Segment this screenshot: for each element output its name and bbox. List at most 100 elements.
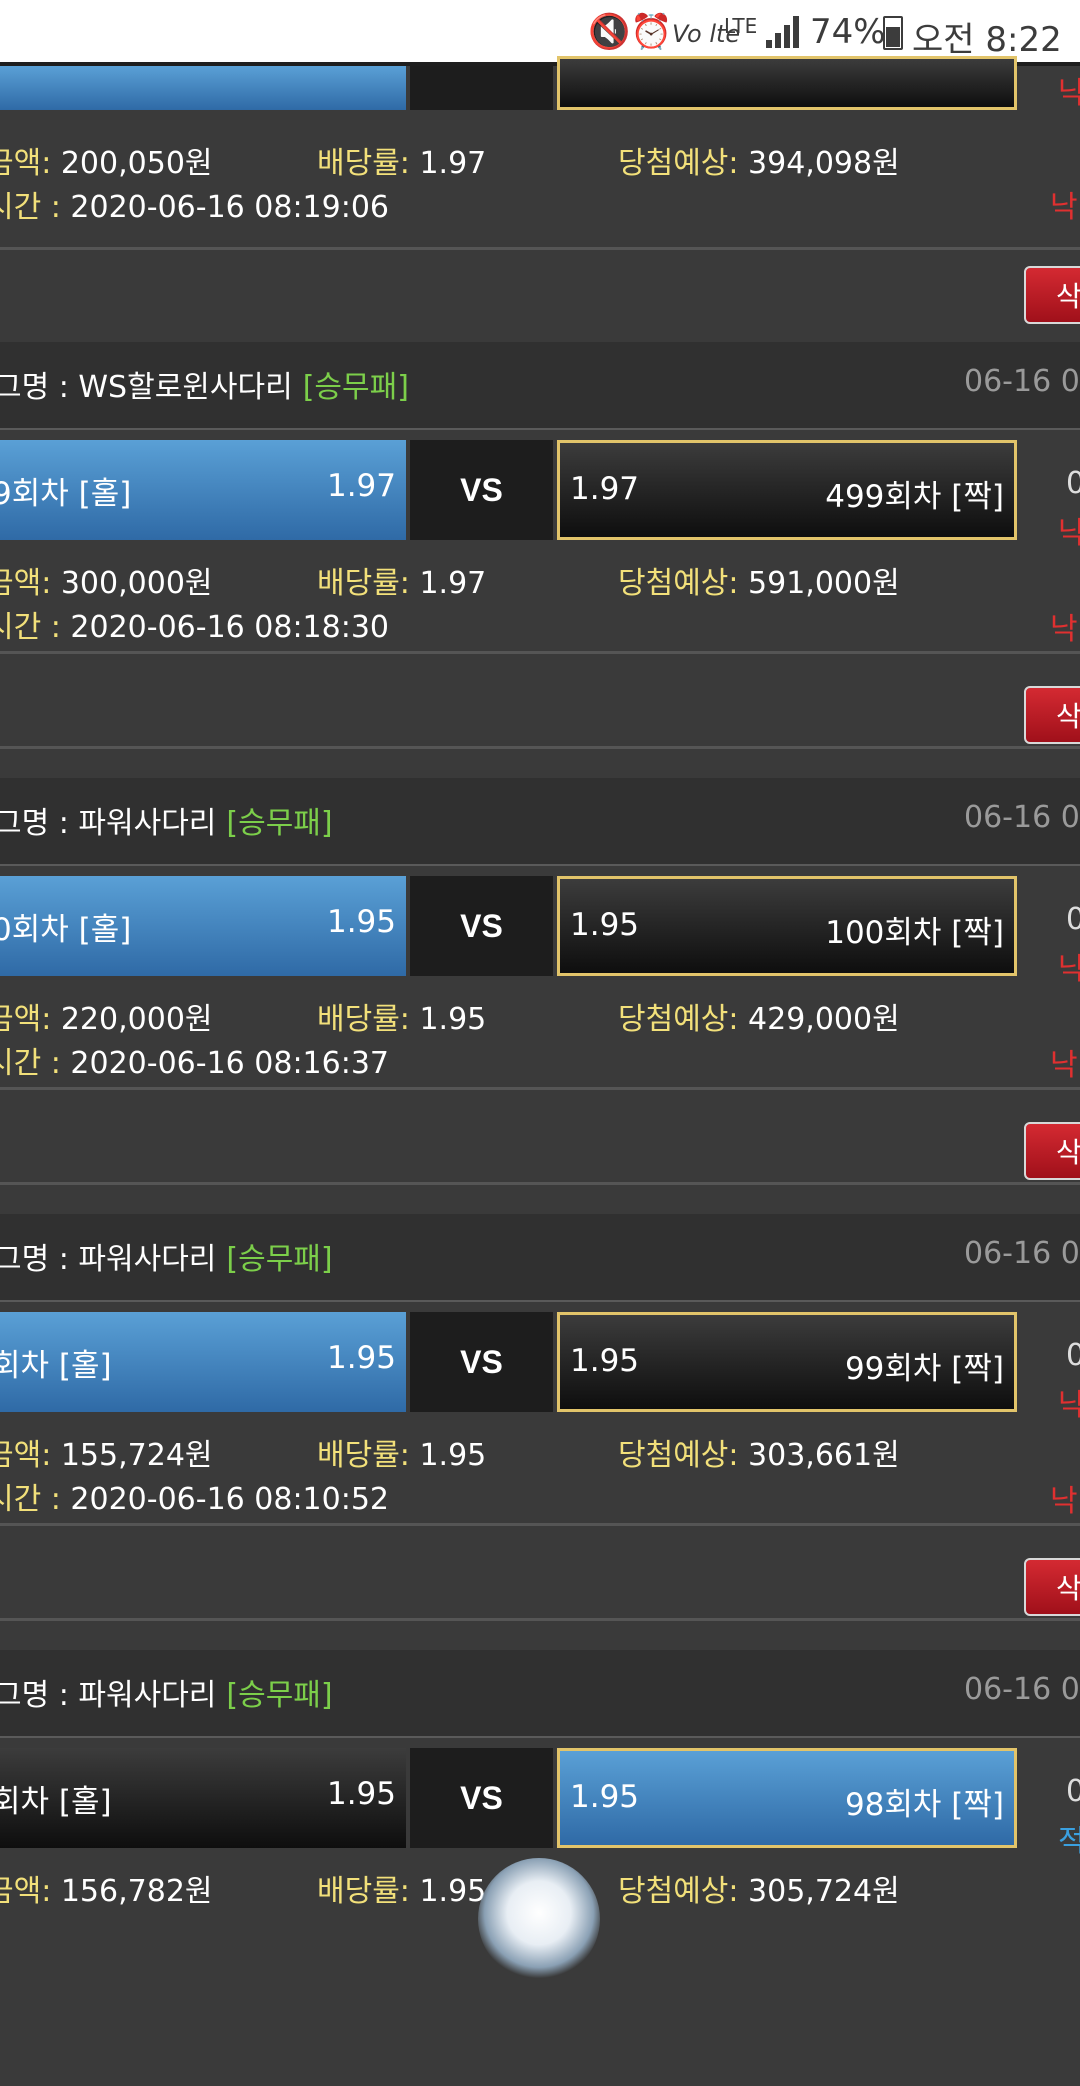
- delete-button[interactable]: 삭: [1024, 1122, 1080, 1180]
- bet-amount: 금액: 220,000원: [0, 1002, 213, 1037]
- bet-odds: 배당률: 1.95: [317, 1002, 487, 1037]
- vs-divider: VS: [410, 876, 553, 976]
- bet-type-tag: [승무패]: [302, 370, 409, 405]
- delete-button[interactable]: 삭: [1024, 686, 1080, 744]
- divider: [0, 1182, 1080, 1185]
- divider: [0, 651, 1080, 654]
- bet-date: 06-16 08: [964, 364, 1080, 399]
- divider: [0, 1087, 1080, 1090]
- battery-icon: [883, 16, 903, 50]
- away-odds: 1.95: [570, 1779, 640, 1815]
- result-status: 적: [1058, 1824, 1080, 1859]
- bet-amount: 금액: 156,782원: [0, 1874, 213, 1909]
- divider: [0, 247, 1080, 250]
- league-name: 그명 : WS할로윈사다리 [승무패]: [0, 370, 409, 405]
- result-status: 낙: [1058, 1388, 1080, 1423]
- mute-icon: 🔇: [588, 12, 631, 52]
- bet-amount: 금액: 155,724원: [0, 1438, 213, 1473]
- bet-odds: 배당률: 1.95: [317, 1438, 487, 1473]
- result-score: 0: [1066, 1774, 1080, 1809]
- expected-win: 당첨예상: 591,000원: [618, 566, 900, 601]
- home-team-name: 0회차 [홀]: [0, 912, 132, 948]
- loading-spinner-icon: [478, 1858, 600, 1980]
- divider: [0, 1618, 1080, 1621]
- status-bar: 🔇 ⏰ Vo lte LTE 74% 오전 8:22: [0, 0, 1080, 62]
- bet-time: 시간 : 2020-06-16 08:16:37: [0, 1046, 390, 1081]
- home-selection[interactable]: 회차 [홀] 1.95: [0, 1312, 406, 1412]
- bet-odds: 배당률: 1.97: [317, 146, 487, 181]
- away-selection[interactable]: 1.95 98회차 [짝]: [557, 1748, 1017, 1848]
- battery-percent: 74%: [810, 12, 886, 52]
- home-selection[interactable]: 9회차 [홀] 1.97: [0, 440, 406, 540]
- result-status: 낙: [1058, 516, 1080, 551]
- delete-button[interactable]: 삭: [1024, 266, 1080, 324]
- league-name: 그명 : 파워사다리 [승무패]: [0, 1242, 333, 1277]
- home-odds: 1.95: [326, 1340, 396, 1376]
- bet-date: 06-16 08: [964, 1672, 1080, 1707]
- vs-divider: VS: [410, 1748, 553, 1848]
- bet-time: 시간 : 2020-06-16 08:10:52: [0, 1482, 390, 1517]
- league-name: 그명 : 파워사다리 [승무패]: [0, 806, 333, 841]
- bet-header: 그명 : 파워사다리[승무패] 06-16 08: [0, 1650, 1080, 1738]
- bet-odds: 배당률: 1.95: [317, 1874, 487, 1909]
- home-selection[interactable]: 회차 [홀] 1.95: [0, 1748, 406, 1848]
- league-name: 그명 : 파워사다리 [승무패]: [0, 1678, 333, 1713]
- bet-item-partial: 낙 금액: 200,050원 배당률: 1.97 당첨예상: 394,098원 …: [0, 56, 1080, 345]
- bet-odds: 배당률: 1.97: [317, 566, 487, 601]
- delete-button[interactable]: 삭: [1024, 1558, 1080, 1616]
- result-status: 낙: [1058, 76, 1080, 111]
- result-status: 낙: [1058, 952, 1080, 987]
- win-mark: 낙: [1050, 612, 1078, 647]
- expected-win: 당첨예상: 303,661원: [618, 1438, 900, 1473]
- away-team-name: 99회차 [짝]: [844, 1351, 1004, 1387]
- win-mark: 낙: [1050, 190, 1078, 225]
- signal-icon: [766, 16, 802, 48]
- away-selection[interactable]: 1.95 100회차 [짝]: [557, 876, 1017, 976]
- divider: [0, 746, 1080, 749]
- home-team-name: 회차 [홀]: [0, 1784, 112, 1820]
- bet-date: 06-16 08: [964, 1236, 1080, 1271]
- home-odds: 1.95: [326, 1776, 396, 1812]
- expected-win: 당첨예상: 305,724원: [618, 1874, 900, 1909]
- vs-divider: VS: [410, 440, 553, 540]
- bet-amount: 금액: 300,000원: [0, 566, 213, 601]
- away-odds: 1.95: [570, 907, 640, 943]
- lte-indicator: LTE: [724, 14, 758, 38]
- bet-item: 그명 : WS할로윈사다리[승무패] 06-16 08 9회차 [홀] 1.97…: [0, 342, 1080, 778]
- win-mark: 낙: [1050, 1484, 1078, 1519]
- bet-item: 그명 : 파워사다리[승무패] 06-16 08 0회차 [홀] 1.95 VS…: [0, 778, 1080, 1214]
- bet-type-tag: [승무패]: [226, 1242, 333, 1277]
- bet-header: 그명 : WS할로윈사다리[승무패] 06-16 08: [0, 342, 1080, 430]
- clock: 오전 8:22: [912, 20, 1062, 60]
- bet-item: 그명 : 파워사다리[승무패] 06-16 08 회차 [홀] 1.95 VS …: [0, 1214, 1080, 1650]
- home-odds: 1.97: [326, 468, 396, 504]
- vs-divider: [410, 66, 553, 110]
- home-selection[interactable]: [0, 66, 406, 110]
- away-selection[interactable]: 1.95 99회차 [짝]: [557, 1312, 1017, 1412]
- away-odds: 1.95: [570, 1343, 640, 1379]
- bet-time: 시간 : 2020-06-16 08:19:06: [0, 190, 390, 225]
- bet-type-tag: [승무패]: [226, 806, 333, 841]
- expected-win: 당첨예상: 394,098원: [618, 146, 900, 181]
- result-score: 0: [1066, 1338, 1080, 1373]
- vs-divider: VS: [410, 1312, 553, 1412]
- away-odds: 1.97: [570, 471, 640, 507]
- away-selection[interactable]: [557, 56, 1017, 110]
- bet-date: 06-16 08: [964, 800, 1080, 835]
- away-team-name: 100회차 [짝]: [825, 915, 1004, 951]
- home-odds: 1.95: [326, 904, 396, 940]
- home-selection[interactable]: 0회차 [홀] 1.95: [0, 876, 406, 976]
- bet-amount: 금액: 200,050원: [0, 146, 213, 181]
- home-team-name: 9회차 [홀]: [0, 476, 132, 512]
- bet-time: 시간 : 2020-06-16 08:18:30: [0, 610, 390, 645]
- away-team-name: 499회차 [짝]: [825, 479, 1004, 515]
- away-team-name: 98회차 [짝]: [844, 1787, 1004, 1823]
- result-score: 0: [1066, 466, 1080, 501]
- away-selection[interactable]: 1.97 499회차 [짝]: [557, 440, 1017, 540]
- bet-header: 그명 : 파워사다리[승무패] 06-16 08: [0, 1214, 1080, 1302]
- home-team-name: 회차 [홀]: [0, 1348, 112, 1384]
- divider: [0, 1523, 1080, 1526]
- alarm-icon: ⏰: [630, 12, 673, 52]
- bet-header: 그명 : 파워사다리[승무패] 06-16 08: [0, 778, 1080, 866]
- bet-type-tag: [승무패]: [226, 1678, 333, 1713]
